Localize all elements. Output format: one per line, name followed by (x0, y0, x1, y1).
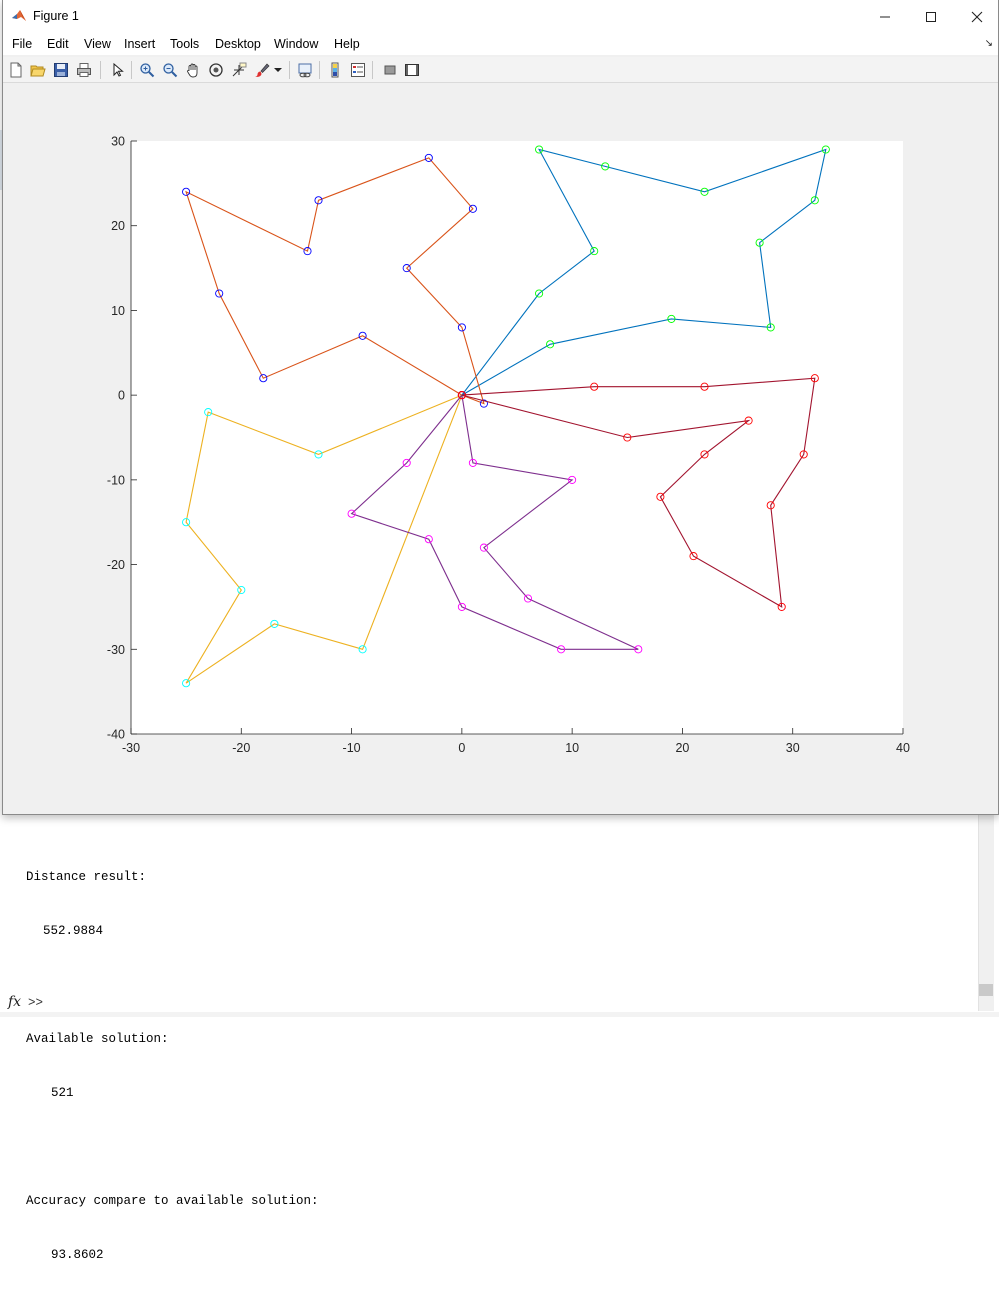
data-cursor-button[interactable] (229, 60, 249, 80)
insert-colorbar-button[interactable] (325, 60, 345, 80)
x-tick-label: 40 (896, 741, 910, 755)
console-line: 93.8602 (51, 1248, 104, 1262)
y-tick-label: 20 (111, 219, 125, 233)
zoom-out-button[interactable] (160, 60, 180, 80)
brush-icon (255, 63, 270, 77)
print-button[interactable] (74, 60, 94, 80)
menu-edit[interactable]: Edit (47, 37, 69, 51)
console-line: Available solution: (26, 1032, 169, 1046)
x-tick-label: 0 (458, 741, 465, 755)
maximize-icon (926, 11, 936, 22)
toolbar-separator (319, 61, 320, 79)
x-tick-label: 30 (786, 741, 800, 755)
toolbar-separator (131, 61, 132, 79)
open-file-icon (30, 65, 46, 77)
x-tick-label: -20 (232, 741, 250, 755)
fx-function-browser-icon[interactable]: fx (8, 994, 21, 1010)
console-line: 552.9884 (43, 924, 104, 938)
minimize-icon (880, 16, 890, 17)
zoom-out-icon (163, 63, 178, 78)
close-button[interactable] (954, 0, 999, 33)
link-plot-icon (298, 63, 312, 78)
hide-plot-tools-icon (384, 65, 396, 75)
insert-legend-icon (351, 63, 365, 77)
new-figure-button[interactable] (6, 60, 26, 80)
hide-plot-tools-button[interactable] (380, 60, 400, 80)
console-line: 521 (51, 1086, 74, 1100)
y-tick-label: -30 (107, 643, 125, 657)
title-bar[interactable]: Figure 1 (3, 0, 998, 33)
pan-button[interactable] (183, 60, 203, 80)
brush-button[interactable] (252, 60, 272, 80)
menu-view[interactable]: View (84, 37, 111, 51)
x-tick-label: 20 (675, 741, 689, 755)
pan-hand-icon (187, 63, 198, 78)
toolbar-separator (100, 61, 101, 79)
command-prompt[interactable]: >> (28, 996, 43, 1010)
data-cursor-icon (232, 62, 247, 77)
zoom-in-icon (140, 63, 155, 78)
toolbar (3, 57, 998, 83)
y-tick-label: 30 (111, 135, 125, 149)
insert-colorbar-icon (331, 62, 339, 78)
zoom-in-button[interactable] (137, 60, 157, 80)
save-button[interactable] (51, 60, 71, 80)
menu-desktop[interactable]: Desktop (215, 37, 261, 51)
matlab-icon (12, 10, 26, 21)
y-tick-label: -10 (107, 473, 125, 487)
edit-plot-button[interactable] (107, 60, 127, 80)
command-output: Distance result: 552.9884 Available solu… (26, 832, 976, 1262)
figure-window[interactable]: Figure 1 File Edit View Insert Tools Des… (2, 0, 999, 815)
x-tick-label: -10 (343, 741, 361, 755)
axes-background (131, 141, 903, 734)
toolbar-separator (372, 61, 373, 79)
rotate-3d-button[interactable] (206, 60, 226, 80)
menu-bar: File Edit View Insert Tools Desktop Wind… (3, 33, 998, 55)
new-figure-icon (10, 62, 22, 78)
maximize-button[interactable] (908, 0, 954, 33)
menu-help[interactable]: Help (334, 37, 360, 51)
command-scrollbar-thumb[interactable] (979, 984, 993, 996)
console-line: Distance result: (26, 870, 147, 884)
minimize-button[interactable] (862, 0, 908, 33)
show-plot-tools-button[interactable] (402, 60, 422, 80)
show-plot-tools-icon (405, 64, 419, 76)
menu-window[interactable]: Window (274, 37, 318, 51)
close-icon (971, 11, 983, 22)
plot-area[interactable]: -30 -20 -10 0 10 20 30 40 -40 -30 -20 -10 0 10 20 30 (3, 84, 998, 814)
command-prompt-row[interactable]: fx >> (8, 994, 968, 1012)
x-tick-label: 10 (565, 741, 579, 755)
open-file-button[interactable] (28, 60, 48, 80)
rotate-3d-icon (209, 63, 223, 77)
route-chart[interactable]: -30 -20 -10 0 10 20 30 40-40-30-20-100102030 (3, 84, 998, 814)
menu-insert[interactable]: Insert (124, 37, 155, 51)
toolbar-separator (289, 61, 290, 79)
command-scrollbar[interactable] (978, 815, 994, 1011)
console-line: Accuracy compare to available solution: (26, 1194, 319, 1208)
link-plot-button[interactable] (295, 60, 315, 80)
edit-plot-arrow-icon (113, 62, 124, 77)
brush-dropdown-button[interactable] (272, 60, 284, 80)
y-tick-label: -40 (107, 728, 125, 742)
x-tick-label: -30 (122, 741, 140, 755)
y-tick-label: 0 (118, 389, 125, 403)
menu-tools[interactable]: Tools (170, 37, 199, 51)
insert-legend-button[interactable] (348, 60, 368, 80)
save-icon (54, 63, 68, 77)
y-tick-label: -20 (107, 558, 125, 572)
print-icon (77, 63, 91, 77)
command-window-bottom (0, 1012, 999, 1017)
y-tick-label: 10 (111, 304, 125, 318)
menu-file[interactable]: File (12, 37, 32, 51)
window-title: Figure 1 (33, 9, 79, 23)
brush-dropdown-icon (274, 68, 282, 72)
menu-overflow-arrow-icon[interactable]: ↘ (985, 38, 993, 49)
